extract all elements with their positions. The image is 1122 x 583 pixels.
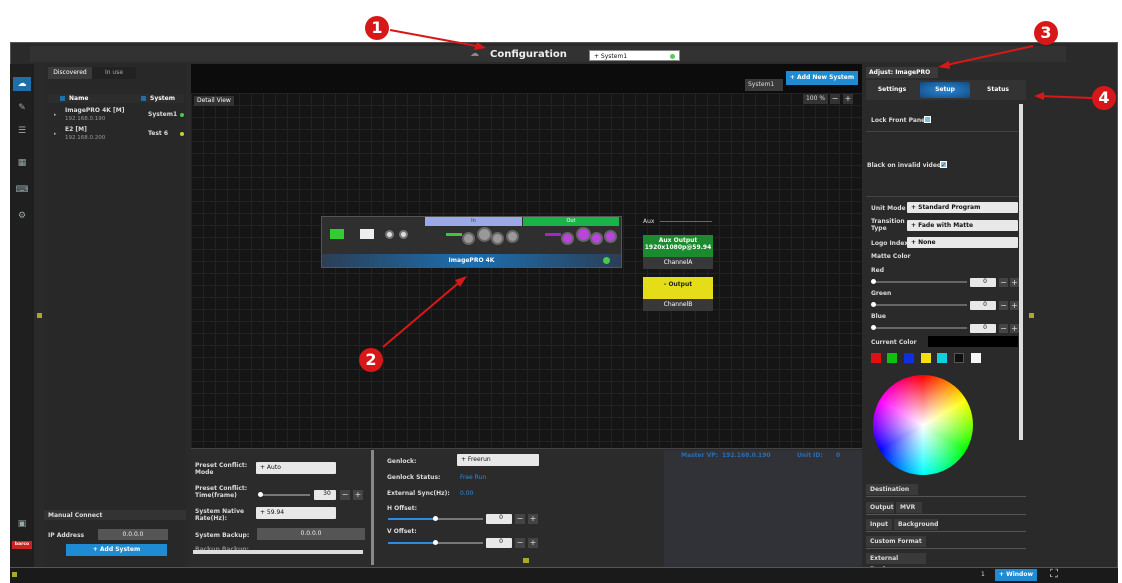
callout-2: 2 xyxy=(359,348,383,372)
arrowhead-3 xyxy=(938,61,950,69)
callout-3: 3 xyxy=(1034,21,1058,45)
arrow-2 xyxy=(382,279,463,348)
callout-4: 4 xyxy=(1092,86,1116,110)
arrow-4 xyxy=(1037,95,1093,99)
arrowhead-4 xyxy=(1034,92,1044,100)
arrowhead-1 xyxy=(474,42,486,50)
arrow-3 xyxy=(941,45,1034,67)
annotation-arrows xyxy=(382,29,1093,348)
callout-1: 1 xyxy=(365,16,389,40)
arrow-1 xyxy=(389,29,483,48)
